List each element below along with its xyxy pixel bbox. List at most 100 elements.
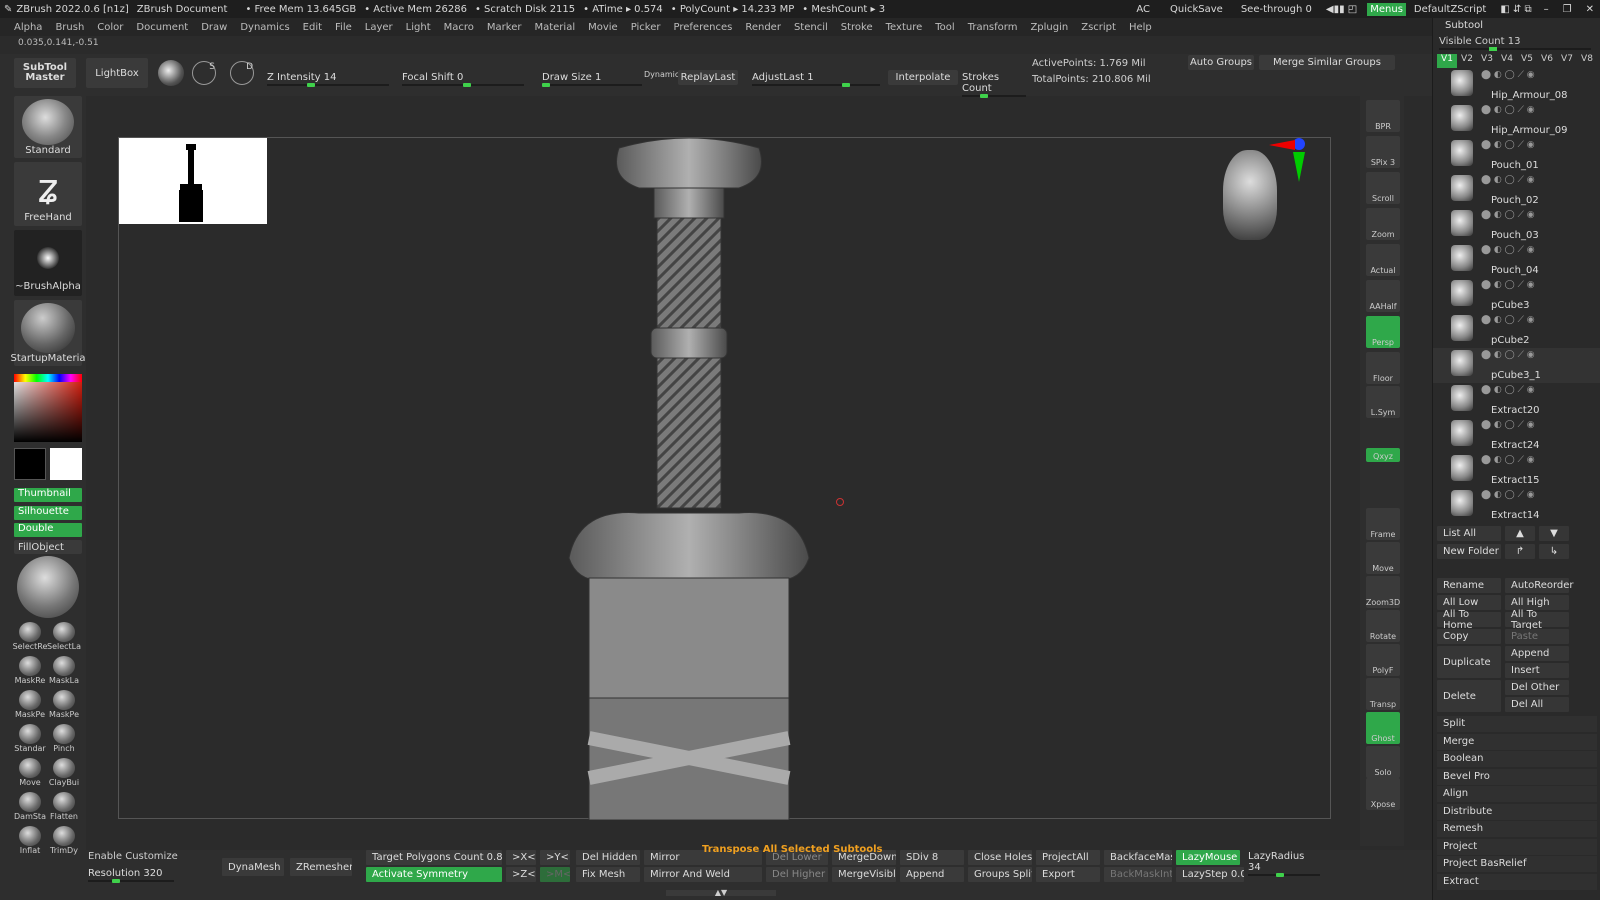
symmetry-y-button[interactable]: >Y<: [540, 850, 570, 865]
subtool-row[interactable]: ⬤ ◐ ◯ ⟋ ◉ Hip_Armour_08: [1433, 68, 1600, 103]
layout-icons[interactable]: ◀▮▮ ◰: [1326, 4, 1357, 15]
duplicate-button[interactable]: Duplicate: [1437, 646, 1501, 678]
menu-marker[interactable]: Marker: [487, 22, 522, 33]
menu-stencil[interactable]: Stencil: [794, 22, 828, 33]
zremesher-button[interactable]: ZRemesher: [290, 858, 352, 876]
backfacemask-button[interactable]: BackfaceMask: [1104, 850, 1172, 865]
brush-standard-button[interactable]: Standard: [14, 96, 82, 158]
subtool-toggle-icons[interactable]: ⬤ ◐ ◯ ⟋ ◉: [1481, 245, 1535, 255]
quicksave-button[interactable]: QuickSave: [1170, 4, 1223, 15]
z-intensity-slider[interactable]: Z Intensity 14: [267, 72, 389, 87]
move-down-button[interactable]: ▼: [1539, 526, 1569, 541]
seethrough-slider[interactable]: See-through 0: [1241, 4, 1312, 15]
rightshelf-transp-button[interactable]: Transp: [1366, 678, 1400, 710]
rightshelf-aahalf-button[interactable]: AAHalf: [1366, 280, 1400, 312]
subtool-master-button[interactable]: SubTool Master: [14, 58, 76, 88]
move-up-button[interactable]: ▲: [1505, 526, 1535, 541]
tool-pinch-button[interactable]: Pinch: [48, 724, 80, 756]
subtool-toggle-icons[interactable]: ⬤ ◐ ◯ ⟋ ◉: [1481, 210, 1535, 220]
material-sphere-icon[interactable]: [158, 60, 184, 86]
rightshelf-xpose-button[interactable]: Xpose: [1366, 778, 1400, 810]
stroke-freehand-button[interactable]: ʑ FreeHand: [14, 162, 82, 226]
tool-inflat-button[interactable]: Inflat: [14, 826, 46, 858]
subtool-toggle-icons[interactable]: ⬤ ◐ ◯ ⟋ ◉: [1481, 280, 1535, 290]
rightshelf-spacer-button[interactable]: [1366, 418, 1400, 434]
version-tab-v7[interactable]: V7: [1557, 54, 1577, 68]
rightshelf-spacer-button[interactable]: [1366, 468, 1400, 484]
menu-edit[interactable]: Edit: [303, 22, 322, 33]
menu-document[interactable]: Document: [136, 22, 188, 33]
menu-layer[interactable]: Layer: [365, 22, 393, 33]
menu-stroke[interactable]: Stroke: [841, 22, 873, 33]
brush-alpha-button[interactable]: ~BrushAlpha: [14, 230, 82, 296]
tool-claybui-button[interactable]: ClayBui: [48, 758, 80, 790]
secondary-color-swatch[interactable]: [50, 448, 82, 480]
copy-button[interactable]: Copy: [1437, 629, 1501, 644]
symmetry-s-icon[interactable]: S: [192, 61, 216, 85]
menu-zplugin[interactable]: Zplugin: [1030, 22, 1068, 33]
subtool-toggle-icons[interactable]: ⬤ ◐ ◯ ⟋ ◉: [1481, 175, 1535, 185]
color-picker[interactable]: [14, 374, 82, 442]
tool-maskpe-button[interactable]: MaskPe: [48, 690, 80, 722]
section-extract[interactable]: Extract: [1437, 873, 1597, 890]
activate-symmetry-button[interactable]: Activate Symmetry: [366, 867, 502, 882]
thumbnail-toggle[interactable]: Thumbnail: [14, 488, 82, 502]
subtool-toggle-icons[interactable]: ⬤ ◐ ◯ ⟋ ◉: [1481, 350, 1535, 360]
dynamesh-button[interactable]: DynaMesh: [222, 858, 284, 876]
rightshelf-solo-button[interactable]: Solo: [1366, 746, 1400, 778]
version-tab-v6[interactable]: V6: [1537, 54, 1557, 68]
folder-out-button[interactable]: ↳: [1539, 544, 1569, 559]
tool-trimdy-button[interactable]: TrimDy: [48, 826, 80, 858]
append-bottom-button[interactable]: Append: [900, 867, 964, 882]
menu-light[interactable]: Light: [406, 22, 431, 33]
rename-button[interactable]: Rename: [1437, 578, 1501, 593]
mergevisible-button[interactable]: MergeVisible: [832, 867, 896, 882]
sdiv-slider[interactable]: SDiv 8: [900, 850, 964, 865]
rightshelf-bpr-button[interactable]: BPR: [1366, 100, 1400, 132]
resolution-slider[interactable]: Resolution 320: [88, 868, 174, 883]
version-tab-v5[interactable]: V5: [1517, 54, 1537, 68]
primary-color-swatch[interactable]: [14, 448, 46, 480]
silhouette-toggle[interactable]: Silhouette: [14, 506, 82, 520]
material-button[interactable]: StartupMateria: [11, 300, 85, 366]
symmetry-x-button[interactable]: >X<: [506, 850, 536, 865]
adjust-last-slider[interactable]: AdjustLast 1: [752, 72, 880, 87]
replay-last-button[interactable]: ReplayLast: [678, 70, 738, 85]
default-zscript[interactable]: DefaultZScript: [1414, 4, 1486, 15]
del-all-button[interactable]: Del All: [1505, 697, 1569, 712]
subtool-row[interactable]: ⬤ ◐ ◯ ⟋ ◉ Extract20: [1433, 383, 1600, 418]
subtool-toggle-icons[interactable]: ⬤ ◐ ◯ ⟋ ◉: [1481, 70, 1535, 80]
close-icon[interactable]: ✕: [1586, 4, 1594, 15]
subtool-row[interactable]: ⬤ ◐ ◯ ⟋ ◉ Extract24: [1433, 418, 1600, 453]
export-button[interactable]: Export: [1036, 867, 1100, 882]
subtool-row[interactable]: ⬤ ◐ ◯ ⟋ ◉ Hip_Armour_09: [1433, 103, 1600, 138]
interpolate-button[interactable]: Interpolate: [888, 70, 958, 85]
tool-move-button[interactable]: Move: [14, 758, 46, 790]
folder-in-button[interactable]: ↱: [1505, 544, 1535, 559]
subtool-title[interactable]: Subtool: [1445, 20, 1483, 31]
ac-button[interactable]: AC: [1136, 4, 1150, 15]
version-tab-v1[interactable]: V1: [1437, 54, 1457, 68]
rightshelf-spacer-button[interactable]: [1366, 486, 1400, 502]
tool-maskpe-button[interactable]: MaskPe: [14, 690, 46, 722]
rightshelf-scroll-button[interactable]: Scroll: [1366, 172, 1400, 204]
menu-transform[interactable]: Transform: [968, 22, 1018, 33]
menu-draw[interactable]: Draw: [201, 22, 227, 33]
backmaskint-slider[interactable]: BackMaskInt: [1104, 867, 1172, 882]
section-split[interactable]: Split: [1437, 716, 1597, 732]
subtool-toggle-icons[interactable]: ⬤ ◐ ◯ ⟋ ◉: [1481, 105, 1535, 115]
subtool-toggle-icons[interactable]: ⬤ ◐ ◯ ⟋ ◉: [1481, 490, 1535, 500]
projectall-button[interactable]: ProjectAll: [1036, 850, 1100, 865]
symmetry-d-icon[interactable]: D: [230, 61, 254, 85]
autoreorder-button[interactable]: AutoReorder: [1505, 578, 1574, 593]
subtool-row[interactable]: ⬤ ◐ ◯ ⟋ ◉ Pouch_02: [1433, 173, 1600, 208]
tool-maskre-button[interactable]: MaskRe: [14, 656, 46, 688]
menu-movie[interactable]: Movie: [588, 22, 618, 33]
section-remesh[interactable]: Remesh: [1437, 821, 1597, 837]
paste-button[interactable]: Paste: [1505, 629, 1569, 644]
draw-size-slider[interactable]: Draw Size 1: [542, 72, 642, 87]
axis-gizmo-icon[interactable]: [1269, 138, 1313, 184]
delete-button[interactable]: Delete: [1437, 680, 1501, 712]
subtool-row[interactable]: ⬤ ◐ ◯ ⟋ ◉ Extract15: [1433, 453, 1600, 488]
menu-render[interactable]: Render: [745, 22, 781, 33]
